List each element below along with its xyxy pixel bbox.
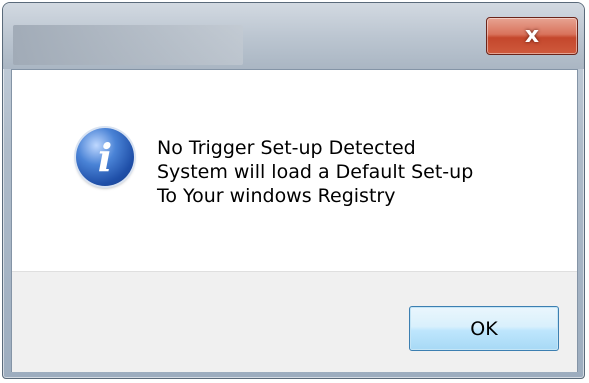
close-icon: x (524, 23, 540, 48)
message-text: No Trigger Set-up Detected System will l… (157, 136, 473, 208)
dialog-window: x i No Trigger Set-up Detected System wi… (2, 2, 585, 379)
button-bar: OK (12, 271, 577, 372)
title-bar-blurred-area (13, 25, 243, 65)
message-line-2: System will load a Default Set-up (157, 161, 474, 183)
information-icon: i (76, 128, 134, 186)
ok-button[interactable]: OK (409, 306, 559, 351)
dialog-client-area: i No Trigger Set-up Detected System will… (11, 69, 578, 372)
message-area: i No Trigger Set-up Detected System will… (12, 70, 577, 271)
close-button[interactable]: x (486, 17, 578, 55)
message-line-3: To Your windows Registry (157, 185, 396, 207)
message-line-1: No Trigger Set-up Detected (157, 137, 416, 159)
title-bar[interactable]: x (3, 3, 584, 69)
